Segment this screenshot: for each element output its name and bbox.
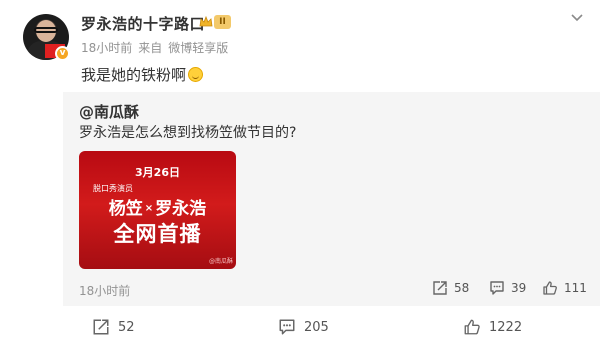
weibo-post: v 罗永浩的十字路口 II 18小时前 来自 微博轻享版 我是她的铁粉啊 @南瓜酥 … bbox=[0, 0, 600, 346]
like-icon bbox=[543, 281, 557, 295]
original-comment-button[interactable]: 39 bbox=[489, 278, 526, 298]
post-action-bar: 52 205 1222 bbox=[0, 306, 600, 346]
image-date: 3月26日 bbox=[135, 166, 180, 179]
source-prefix: 来自 bbox=[138, 41, 163, 55]
post-time[interactable]: 18小时前 bbox=[81, 41, 132, 55]
comment-icon bbox=[279, 319, 295, 335]
smile-emoji-icon bbox=[188, 67, 204, 82]
original-comment-count: 39 bbox=[511, 281, 527, 295]
comment-count: 205 bbox=[304, 319, 329, 335]
reposted-content[interactable]: @南瓜酥 罗永浩是怎么想到找杨笠做节目的? 3月26日 脱口秀演员 杨笠 × 罗永浩… bbox=[63, 92, 600, 306]
original-repost-button[interactable]: 58 bbox=[432, 278, 469, 298]
comment-icon bbox=[490, 281, 504, 295]
image-name-left: 杨笠 bbox=[108, 199, 143, 219]
like-icon bbox=[464, 319, 480, 335]
image-names: 杨笠 × 罗永浩 bbox=[79, 194, 236, 219]
post-text-content: 我是她的铁粉啊 bbox=[81, 66, 187, 84]
original-author[interactable]: @南瓜酥 bbox=[79, 101, 139, 122]
original-repost-count: 58 bbox=[454, 281, 470, 295]
post-meta: 18小时前 来自 微博轻享版 bbox=[81, 39, 234, 56]
image-subtitle: 脱口秀演员 bbox=[93, 184, 133, 193]
repost-icon bbox=[433, 281, 447, 295]
comment-button[interactable]: 205 bbox=[278, 317, 329, 337]
image-headline: 全网首播 bbox=[113, 222, 202, 246]
more-chevron-icon[interactable] bbox=[570, 13, 584, 23]
original-time[interactable]: 18小时前 bbox=[79, 282, 130, 299]
post-image[interactable]: 3月26日 脱口秀演员 杨笠 × 罗永浩 全网首播 @南瓜酥 bbox=[79, 151, 236, 269]
like-count: 1222 bbox=[489, 319, 523, 335]
crown-icon bbox=[199, 15, 213, 27]
image-name-right: 罗永浩 bbox=[155, 199, 207, 219]
level-badge: II bbox=[214, 15, 231, 29]
like-button[interactable]: 1222 bbox=[463, 317, 522, 337]
username[interactable]: 罗永浩的十字路口 bbox=[81, 13, 205, 34]
original-like-button[interactable]: 111 bbox=[542, 278, 587, 298]
post-text: 我是她的铁粉啊 bbox=[81, 64, 204, 85]
repost-button[interactable]: 52 bbox=[92, 317, 135, 337]
repost-count: 52 bbox=[118, 319, 135, 335]
repost-icon bbox=[93, 319, 109, 335]
image-watermark: @南瓜酥 bbox=[208, 258, 233, 265]
verified-badge-icon: v bbox=[55, 46, 70, 61]
image-times: × bbox=[144, 203, 154, 214]
original-text: 罗永浩是怎么想到找杨笠做节目的? bbox=[79, 125, 297, 141]
original-like-count: 111 bbox=[564, 281, 587, 295]
post-source[interactable]: 微博轻享版 bbox=[168, 41, 228, 55]
